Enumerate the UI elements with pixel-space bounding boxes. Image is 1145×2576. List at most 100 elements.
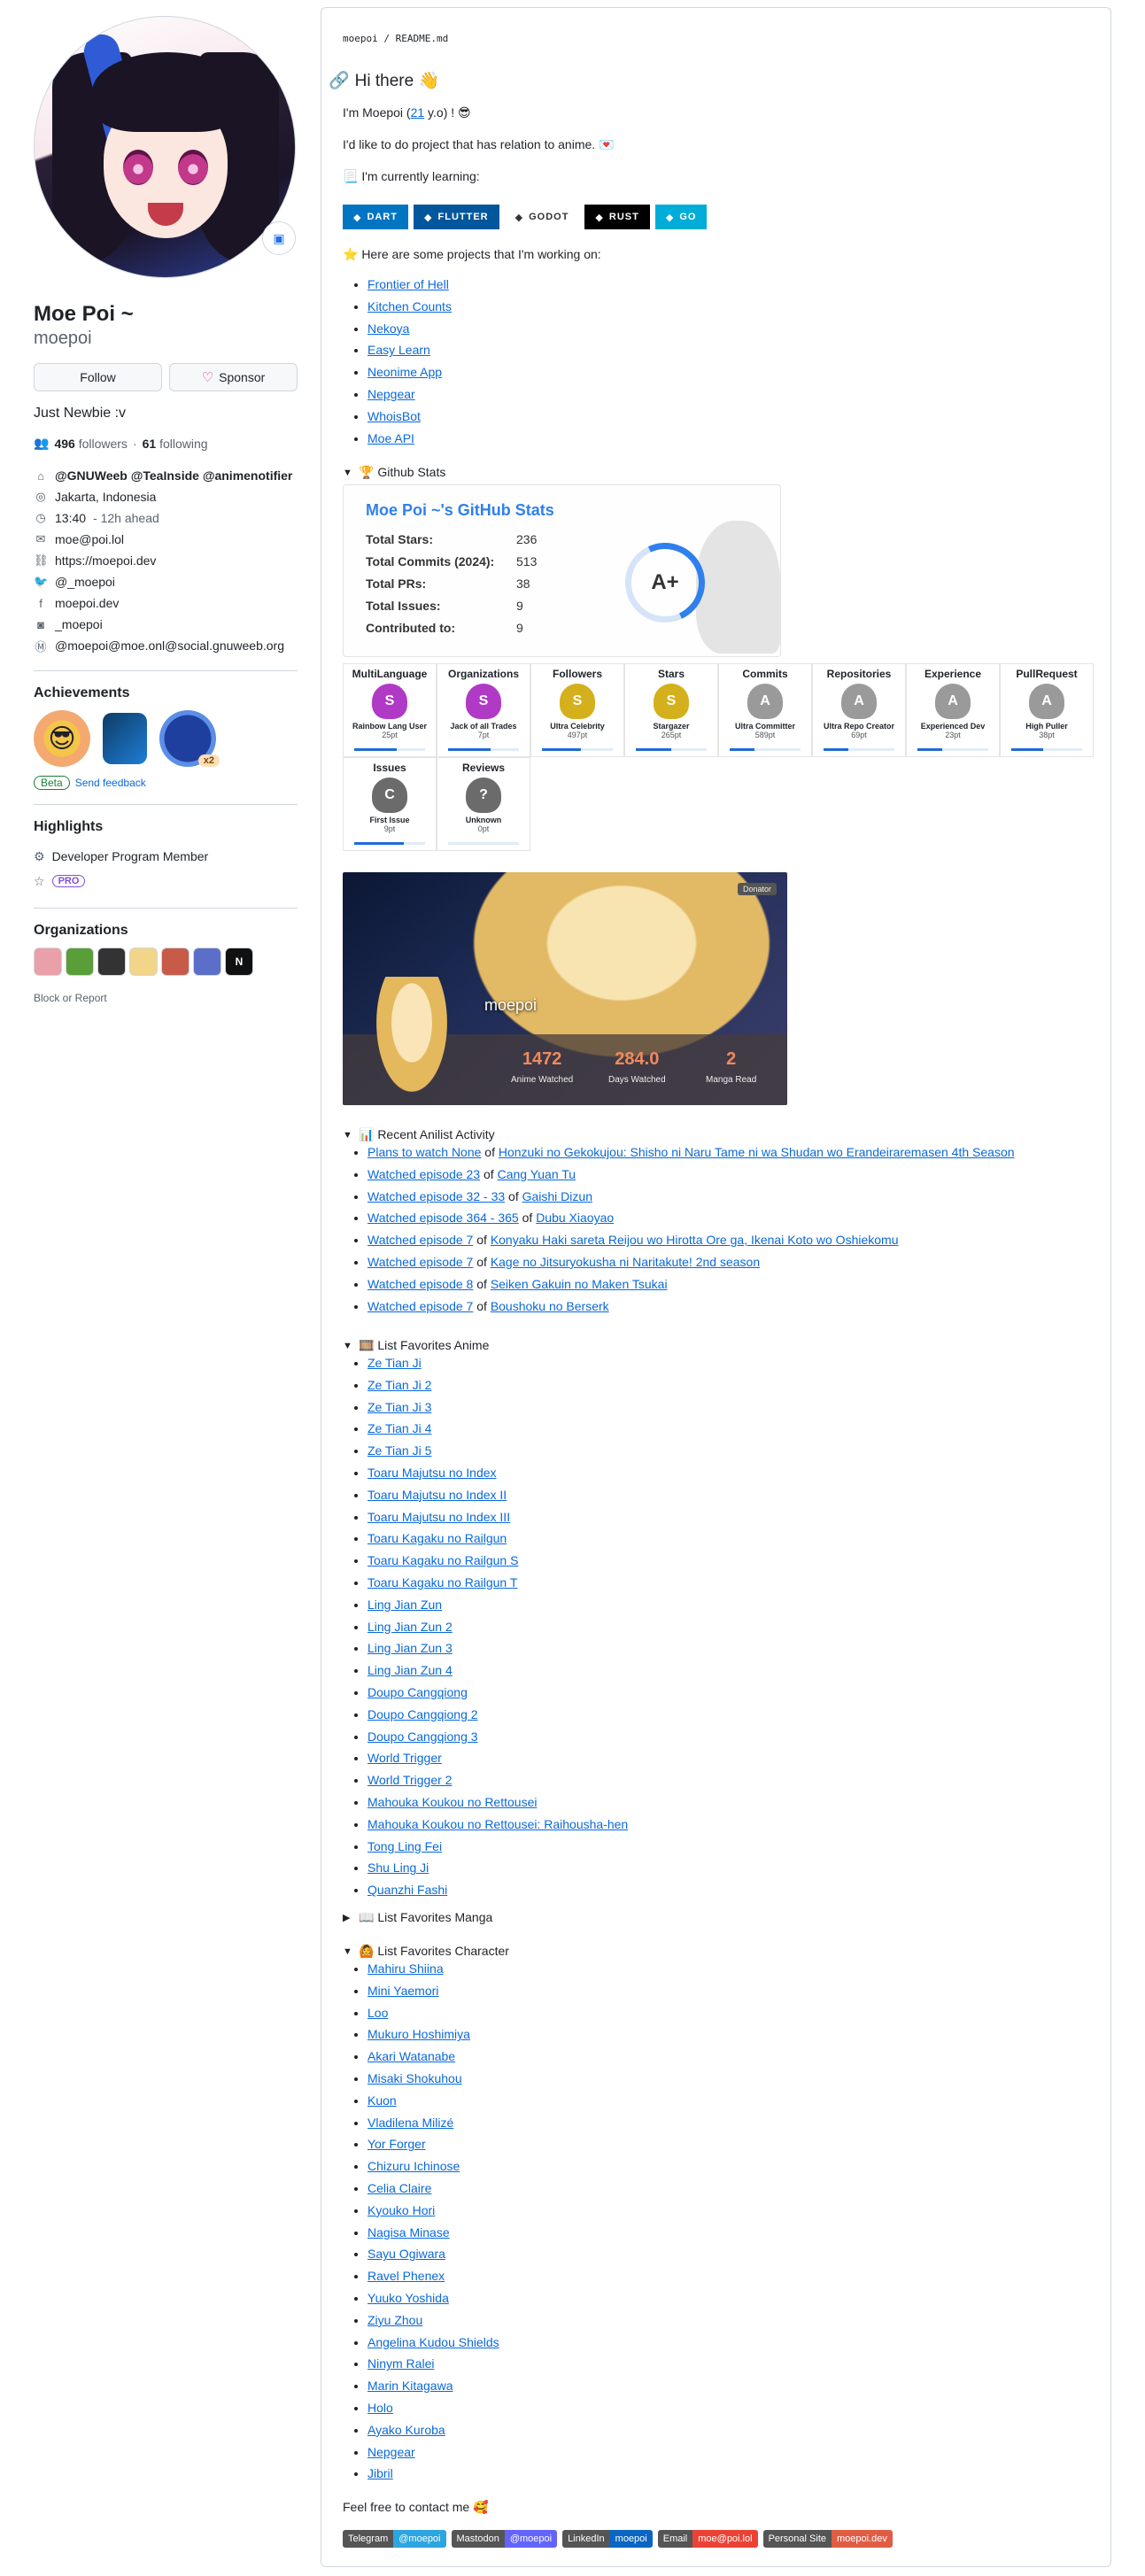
profile-detail-item[interactable]: ◷ 13:40 - 12h ahead <box>34 507 298 529</box>
achievement-badge[interactable]: x2 <box>159 710 220 767</box>
contact-badge[interactable]: Email moe@poi.lol <box>657 2530 758 2548</box>
anilist-card[interactable]: Donator moepoi 1472 Anime Watched 284.0 Day… <box>343 872 787 1105</box>
org-avatar[interactable] <box>34 948 62 976</box>
followers-link[interactable]: 496 followers <box>54 437 128 451</box>
sponsor-button[interactable]: ♡ Sponsor <box>169 363 298 391</box>
activity-action-link[interactable]: Watched episode 23 <box>367 1167 480 1181</box>
activity-title-link[interactable]: Seiken Gakuin no Maken Tsukai <box>491 1277 668 1291</box>
profile-detail-item[interactable]: ✉ moe@poi.lol <box>34 529 298 550</box>
anime-link[interactable]: Toaru Kagaku no Railgun <box>367 1531 507 1545</box>
project-link[interactable]: Nepgear <box>367 387 415 401</box>
character-link[interactable]: Kyouko Hori <box>367 2203 435 2217</box>
activity-title-link[interactable]: Honzuki no Gekokujou: Shisho ni Naru Tam… <box>499 1145 1015 1159</box>
profile-detail-item[interactable]: Ⓜ @moepoi@moe.onl@social.gnuweeb.org <box>34 635 298 656</box>
block-or-report-link[interactable]: Block or Report <box>34 992 298 1004</box>
character-link[interactable]: Akari Watanabe <box>367 2049 455 2063</box>
project-link[interactable]: Neonime App <box>367 365 442 379</box>
org-avatar[interactable] <box>97 948 126 976</box>
org-avatar[interactable] <box>161 948 190 976</box>
path-user-link[interactable]: moepoi <box>343 33 378 44</box>
send-feedback-link[interactable]: Send feedback <box>75 777 146 789</box>
project-link[interactable]: Kitchen Counts <box>367 299 452 313</box>
activity-action-link[interactable]: Plans to watch None <box>367 1145 481 1159</box>
project-link[interactable]: Frontier of Hell <box>367 277 449 291</box>
activity-title-link[interactable]: Konyaku Haki sareta Reijou wo Hirotta Or… <box>491 1233 899 1247</box>
activity-title-link[interactable]: Gaishi Dizun <box>522 1189 592 1203</box>
character-link[interactable]: Mukuro Hoshimiya <box>367 2027 470 2041</box>
character-link[interactable]: Ayako Kuroba <box>367 2423 445 2437</box>
anime-link[interactable]: Toaru Majutsu no Index II <box>367 1488 507 1502</box>
contact-badge[interactable]: LinkedIn moepoi <box>562 2530 653 2548</box>
anime-link[interactable]: Ze Tian Ji 2 <box>367 1378 431 1392</box>
anime-link[interactable]: Toaru Majutsu no Index <box>367 1466 497 1480</box>
anime-link[interactable]: Ling Jian Zun <box>367 1597 442 1612</box>
anime-link[interactable]: Doupo Cangqiong <box>367 1685 468 1699</box>
profile-detail-item[interactable]: ◙ _moepoi <box>34 614 298 635</box>
avatar[interactable] <box>34 16 296 278</box>
anime-link[interactable]: Quanzhi Fashi <box>367 1883 447 1897</box>
character-link[interactable]: Vladilena Milizé <box>367 2116 453 2130</box>
character-link[interactable]: Ravel Phenex <box>367 2269 445 2283</box>
activity-action-link[interactable]: Watched episode 7 <box>367 1255 473 1269</box>
follow-button[interactable]: Follow <box>34 363 162 391</box>
activity-title-link[interactable]: Kage no Jitsuryokusha ni Naritakute! 2nd… <box>491 1255 760 1269</box>
achievement-badge[interactable] <box>103 713 147 764</box>
anime-link[interactable]: Toaru Kagaku no Railgun T <box>367 1575 517 1590</box>
profile-detail-item[interactable]: ◎ Jakarta, Indonesia <box>34 486 298 507</box>
anime-link[interactable]: Ze Tian Ji 5 <box>367 1443 431 1458</box>
character-link[interactable]: Marin Kitagawa <box>367 2379 453 2393</box>
profile-detail-item[interactable]: ⛓ https://moepoi.dev <box>34 550 298 571</box>
github-stats-card[interactable]: Moe Poi ~'s GitHub Stats Total Stars: 236… <box>343 484 781 657</box>
activity-action-link[interactable]: Watched episode 8 <box>367 1277 473 1291</box>
anime-link[interactable]: Ling Jian Zun 2 <box>367 1620 453 1634</box>
anime-link[interactable]: Ling Jian Zun 4 <box>367 1663 453 1677</box>
profile-detail-item[interactable]: f moepoi.dev <box>34 592 298 614</box>
activity-action-link[interactable]: Watched episode 7 <box>367 1233 473 1247</box>
anime-link[interactable]: Shu Ling Ji <box>367 1860 429 1875</box>
fav-anime-summary[interactable]: ▼ 🎞️ List Favorites Anime <box>343 1338 489 1353</box>
achievement-badge[interactable]: 😎 <box>34 710 90 767</box>
contact-badge[interactable]: Mastodon @moepoi <box>451 2530 558 2548</box>
character-link[interactable]: Holo <box>367 2401 393 2415</box>
anime-link[interactable]: Doupo Cangqiong 2 <box>367 1707 478 1721</box>
activity-title-link[interactable]: Cang Yuan Tu <box>498 1167 576 1181</box>
anime-link[interactable]: Tong Ling Fei <box>367 1839 442 1853</box>
character-link[interactable]: Yor Forger <box>367 2137 426 2151</box>
anime-link[interactable]: Mahouka Koukou no Rettousei <box>367 1795 537 1809</box>
character-link[interactable]: Angelina Kudou Shields <box>367 2335 499 2349</box>
activity-summary[interactable]: ▼ 📊 Recent Anilist Activity <box>343 1127 495 1142</box>
anime-link[interactable]: World Trigger 2 <box>367 1773 452 1787</box>
project-link[interactable]: Moe API <box>367 431 414 445</box>
anime-link[interactable]: Toaru Majutsu no Index III <box>367 1510 510 1524</box>
age-link[interactable]: 21 <box>411 105 425 120</box>
character-link[interactable]: Ninym Ralei <box>367 2356 434 2371</box>
character-link[interactable]: Sayu Ogiwara <box>367 2247 445 2261</box>
following-link[interactable]: 61 following <box>143 437 208 451</box>
character-link[interactable]: Nagisa Minase <box>367 2225 450 2239</box>
character-link[interactable]: Yuuko Yoshida <box>367 2291 449 2305</box>
character-link[interactable]: Celia Claire <box>367 2181 431 2195</box>
activity-title-link[interactable]: Boushoku no Berserk <box>491 1299 609 1313</box>
activity-action-link[interactable]: Watched episode 32 - 33 <box>367 1189 505 1203</box>
activity-title-link[interactable]: Dubu Xiaoyao <box>536 1211 614 1225</box>
contact-badge[interactable]: Telegram @moepoi <box>343 2530 446 2548</box>
contact-badge[interactable]: Personal Site moepoi.dev <box>762 2530 893 2548</box>
character-link[interactable]: Mini Yaemori <box>367 1984 438 1998</box>
activity-action-link[interactable]: Watched episode 364 - 365 <box>367 1211 519 1225</box>
anime-link[interactable]: Toaru Kagaku no Railgun S <box>367 1553 518 1567</box>
org-avatar[interactable]: N <box>225 948 253 976</box>
project-link[interactable]: Nekoya <box>367 321 409 336</box>
org-avatar[interactable] <box>129 948 158 976</box>
anime-link[interactable]: Mahouka Koukou no Rettousei: Raihousha-h… <box>367 1817 628 1831</box>
org-avatar[interactable] <box>193 948 221 976</box>
character-link[interactable]: Chizuru Ichinose <box>367 2159 460 2173</box>
fav-char-summary[interactable]: ▼ 🙆 List Favorites Character <box>343 1944 509 1959</box>
anime-link[interactable]: Ze Tian Ji <box>367 1356 422 1370</box>
character-link[interactable]: Jibril <box>367 2466 393 2480</box>
anchor-link-icon[interactable]: 🔗 <box>329 70 350 91</box>
anime-link[interactable]: Doupo Cangqiong 3 <box>367 1729 478 1744</box>
character-link[interactable]: Loo <box>367 2006 388 2020</box>
project-link[interactable]: Easy Learn <box>367 343 430 357</box>
character-link[interactable]: Kuon <box>367 2093 397 2108</box>
anime-link[interactable]: Ze Tian Ji 4 <box>367 1421 431 1435</box>
